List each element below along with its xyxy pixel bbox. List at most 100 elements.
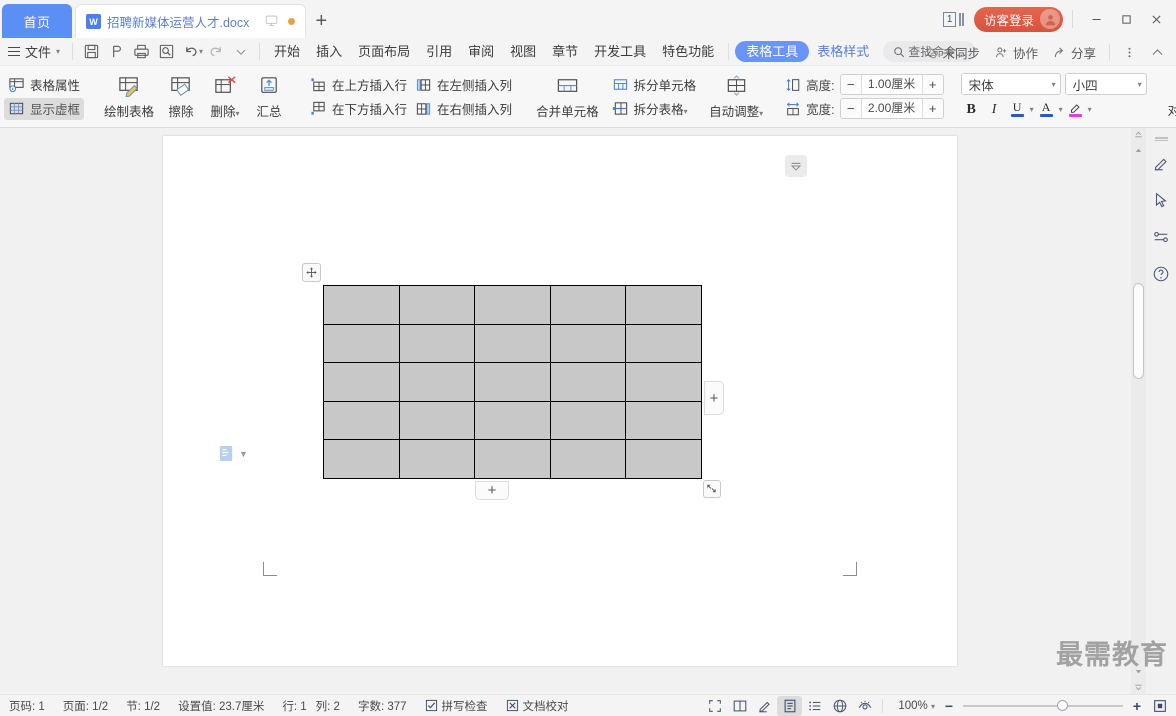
help-circle-icon[interactable] [1146,255,1176,292]
table-row[interactable] [323,323,702,363]
status-row[interactable]: 行: 1 [273,698,315,714]
zoom-slider[interactable] [963,700,1123,711]
document-table[interactable] [323,285,702,479]
find-icon[interactable] [154,39,179,65]
status-section[interactable]: 节: 1/2 [117,698,169,714]
table-cell[interactable] [625,439,702,479]
page-count-badge[interactable]: 1 [942,11,957,27]
table-cell[interactable] [549,439,627,479]
collapse-ribbon-icon[interactable] [1143,45,1172,60]
table-cell[interactable] [398,285,476,325]
scroll-up-button[interactable] [1131,143,1146,158]
scroll-bottom-icon[interactable] [1131,679,1146,694]
table-cell[interactable] [323,400,400,440]
print-preview-icon[interactable] [104,39,129,65]
align-mode-button[interactable]: 对齐方式▾ [1163,69,1176,125]
draw-table-button[interactable]: 绘制表格 [99,69,159,125]
monitor-icon[interactable] [265,14,278,30]
fit-page-icon[interactable] [1147,696,1172,716]
tab-home[interactable]: 首页 [2,4,72,38]
pen-edit-icon[interactable] [752,696,777,716]
tab-document[interactable]: W 招聘新媒体运营人才.docx [75,4,307,38]
insert-col-right-button[interactable]: 在右侧插入列 [411,98,516,120]
menu-item-table-tools[interactable]: 表格工具 [735,41,810,62]
table-cell[interactable] [398,439,476,479]
table-row[interactable] [323,400,702,440]
share-button[interactable]: 分享 [1045,43,1103,62]
menu-item-table-styles[interactable]: 表格样式 [809,39,877,65]
menu-item-insert[interactable]: 插入 [308,39,350,65]
page-view-icon[interactable] [777,696,803,716]
highlight-button[interactable] [1065,99,1086,120]
table-cell[interactable] [398,323,476,363]
scroll-top-icon[interactable] [1131,128,1146,143]
print-icon[interactable] [129,39,154,65]
auto-fit-button[interactable]: 自动调整▾ [704,69,768,125]
pen-highlight-icon[interactable] [1146,144,1176,181]
menu-item-reference[interactable]: 引用 [418,39,460,65]
table-row[interactable] [323,285,702,325]
status-col[interactable]: 列: 2 [316,698,349,714]
document-page[interactable]: ▼ + + [163,136,957,666]
file-menu-button[interactable]: 文件 ▾ [0,42,66,61]
status-word-count[interactable]: 字数: 377 [349,698,416,714]
new-tab-button[interactable]: + [306,4,336,38]
table-row[interactable] [323,439,702,479]
add-row-button[interactable]: + [475,480,509,500]
font-color-button[interactable]: A [1036,99,1057,120]
book-view-icon[interactable] [727,696,752,716]
underline-button[interactable]: U [1007,99,1028,120]
summary-button[interactable]: 汇总 [247,69,291,125]
height-stepper[interactable]: − 1.00厘米 + [839,74,944,95]
menu-item-section[interactable]: 章节 [544,39,586,65]
width-increment-button[interactable]: + [922,99,943,118]
eraser-button[interactable]: 擦除 [159,69,203,125]
highlight-dropdown-icon[interactable]: ▾ [1088,105,1092,114]
table-cell[interactable] [549,285,627,325]
split-table-button[interactable]: 拆分表格▾ [608,98,701,120]
zoom-thumb[interactable] [1057,700,1068,711]
merge-cells-button[interactable]: 合并单元格 [531,69,604,125]
minimize-icon[interactable] [1082,0,1110,38]
font-color-dropdown-icon[interactable]: ▾ [1059,105,1063,114]
split-cells-button[interactable]: 拆分单元格 [608,74,701,96]
scrollbar-thumb[interactable] [1133,283,1144,379]
font-size-select[interactable]: 小四 ▾ [1064,73,1147,95]
eye-protect-icon[interactable] [852,696,877,716]
table-cell[interactable] [625,323,702,363]
zoom-in-button[interactable]: + [1127,698,1147,714]
outline-view-icon[interactable] [802,696,827,716]
underline-dropdown-icon[interactable]: ▾ [1030,105,1034,114]
width-decrement-button[interactable]: − [840,99,861,118]
insert-row-below-button[interactable]: 在下方插入行 [306,98,411,120]
add-column-button[interactable]: + [703,381,724,415]
menu-item-dev-tools[interactable]: 开发工具 [586,39,654,65]
table-cell[interactable] [474,400,551,440]
table-cell[interactable] [323,323,400,363]
spell-check-toggle[interactable]: 拼写检查 [416,698,497,714]
status-page-of[interactable]: 页面: 1/2 [54,698,117,714]
italic-button[interactable]: I [984,99,1005,120]
sync-status-button[interactable]: 未同步 [916,43,987,62]
redo-icon[interactable] [203,39,228,65]
doc-proof-toggle[interactable]: 文档校对 [497,698,578,714]
font-name-select[interactable]: 宋体 ▾ [960,73,1061,95]
table-cell[interactable] [474,323,551,363]
height-increment-button[interactable]: + [922,75,943,94]
table-cell[interactable] [549,323,627,363]
bold-button[interactable]: B [961,99,982,120]
close-icon[interactable] [1142,0,1170,38]
save-icon[interactable] [79,39,104,65]
settings-sliders-icon[interactable] [1146,218,1176,255]
select-cursor-icon[interactable] [1146,181,1176,218]
insert-col-left-button[interactable]: 在左侧插入列 [411,74,516,96]
width-value[interactable]: 2.00厘米 [860,99,923,118]
status-set-value[interactable]: 设置值: 23.7厘米 [169,698,273,714]
table-move-handle[interactable] [302,263,321,282]
quick-access-more-icon[interactable] [228,39,253,65]
status-page-number[interactable]: 页码: 1 [0,698,54,714]
table-cell[interactable] [474,439,551,479]
zoom-track[interactable] [963,700,1123,711]
fullscreen-icon[interactable] [702,696,727,716]
maximize-icon[interactable] [1112,0,1140,38]
